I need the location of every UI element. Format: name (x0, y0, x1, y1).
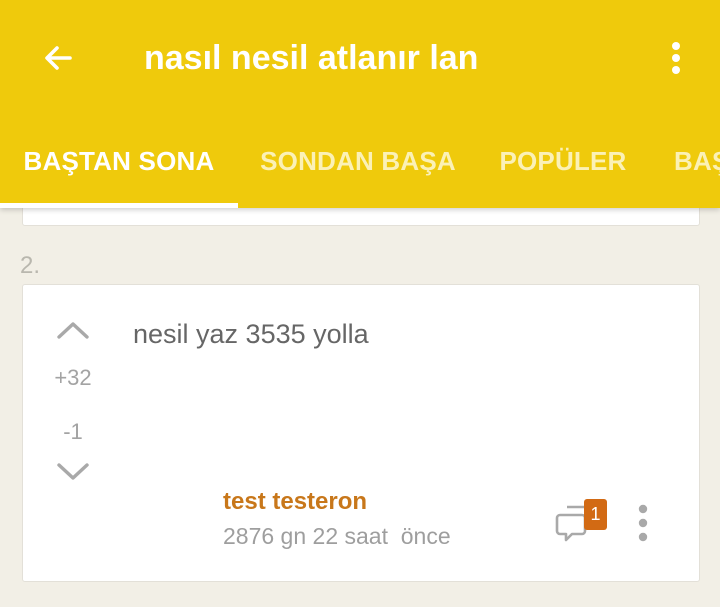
downvote-count: -1 (63, 419, 83, 444)
entry-card: +32 -1 nesil yaz 3535 yolla test testero… (22, 284, 700, 582)
entry-number: 2. (20, 252, 41, 279)
entry-timestamp[interactable]: 2876 gn 22 saat önce (223, 523, 451, 550)
upvote-count: +32 (54, 365, 92, 390)
active-tab-indicator (0, 203, 238, 208)
tab-bar: BAŞTAN SONA SONDAN BAŞA POPÜLER BAŞ (0, 118, 720, 208)
back-button[interactable] (30, 30, 86, 86)
more-vertical-icon (672, 42, 680, 74)
entry-more-button[interactable] (629, 501, 657, 545)
arrow-left-icon (45, 46, 72, 70)
entry-text: nesil yaz 3535 yolla (133, 319, 369, 349)
downvote-button[interactable] (53, 457, 93, 487)
tab-sondan-basa[interactable]: SONDAN BAŞA (238, 118, 478, 208)
upvote-button[interactable] (53, 315, 93, 345)
tab-populer[interactable]: POPÜLER (478, 118, 648, 208)
chevron-up-icon (57, 322, 89, 339)
page-title: nasıl nesil atlanır lan (144, 39, 479, 77)
comment-count-badge: 1 (584, 499, 607, 530)
comments-button[interactable]: 1 (555, 499, 615, 545)
tab-bas[interactable]: BAŞ (648, 118, 720, 208)
chevron-down-icon (57, 463, 89, 480)
tab-bastan-sona[interactable]: BAŞTAN SONA (0, 118, 238, 208)
more-vertical-icon (638, 504, 648, 542)
overflow-menu-button[interactable] (652, 34, 700, 82)
author-link[interactable]: test testeron (223, 488, 367, 516)
app-bar: nasıl nesil atlanır lan BAŞTAN SONA SOND… (0, 0, 720, 208)
